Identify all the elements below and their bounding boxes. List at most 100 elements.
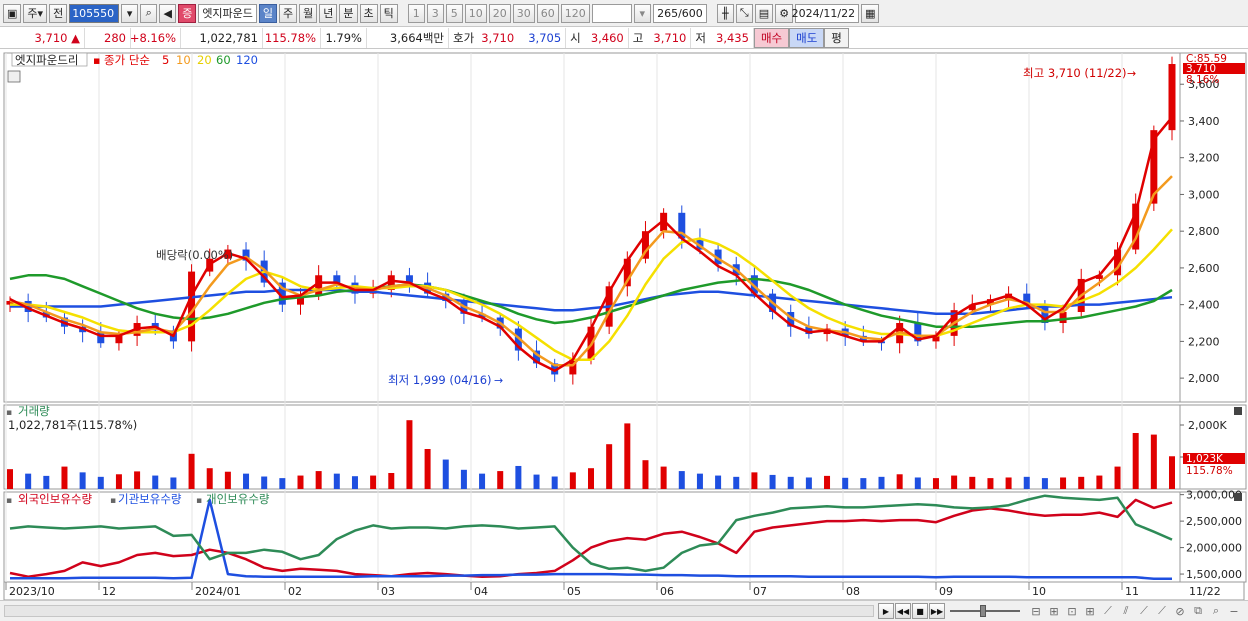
eval-button[interactable]: 평 bbox=[824, 27, 849, 48]
period-tick[interactable]: 틱 bbox=[379, 3, 398, 23]
chart-area[interactable]: 2,000 2,200 2,400 2,600 2,800 3,000 3,200 3,400… bbox=[0, 50, 1248, 601]
volume-bar bbox=[914, 477, 921, 489]
quote-bar: 3,710 ▲ 280 +8.16% 1,022,781 115.78% 1.7… bbox=[0, 27, 1248, 49]
interval-30[interactable]: 30 bbox=[512, 3, 535, 23]
hold-panel-close-icon[interactable] bbox=[1234, 493, 1242, 501]
horizontal-scrollbar[interactable] bbox=[4, 605, 874, 617]
open-label: 시 bbox=[570, 30, 581, 45]
layout-icon-2[interactable]: ⊞ bbox=[1046, 603, 1062, 619]
hold-tick-label: 2,000,000 bbox=[1186, 542, 1242, 555]
volume-bar bbox=[388, 473, 395, 489]
interval-custom-input[interactable] bbox=[591, 3, 632, 23]
save-icon[interactable]: ▤ bbox=[754, 3, 774, 23]
line-tool-icon[interactable]: ⟋ bbox=[1100, 603, 1116, 619]
prev-button[interactable]: 전 bbox=[49, 3, 68, 23]
volume-bar bbox=[1060, 477, 1067, 489]
volume-bar bbox=[152, 475, 159, 489]
period-second[interactable]: 초 bbox=[359, 3, 378, 23]
month-label: 03 bbox=[381, 585, 395, 598]
volume-bar bbox=[751, 472, 758, 489]
speaker-icon[interactable]: ◀ bbox=[159, 3, 177, 23]
count-value: 265 bbox=[657, 6, 679, 20]
scroll-right-icon[interactable]: ▶ bbox=[878, 603, 894, 619]
hold-panel-marker: ▪ bbox=[6, 496, 12, 506]
nav-buttons: ▶ ◀◀ ■ ▶▶ bbox=[878, 603, 945, 619]
volume-bar bbox=[769, 474, 776, 489]
count-input[interactable]: 265/600 bbox=[652, 3, 707, 23]
interval-3[interactable]: 3 bbox=[426, 3, 444, 23]
stock-chart-svg[interactable]: 2,000 2,200 2,400 2,600 2,800 3,000 3,200 3,400… bbox=[0, 50, 1248, 601]
stock-badge: 증 bbox=[178, 3, 197, 23]
volume-bar bbox=[969, 476, 976, 489]
interval-20[interactable]: 20 bbox=[488, 3, 511, 23]
interval-120[interactable]: 120 bbox=[560, 3, 590, 23]
link-icon[interactable]: ⊘ bbox=[1172, 603, 1188, 619]
rewind-icon[interactable]: ◀◀ bbox=[895, 603, 911, 619]
code-dropdown-icon[interactable]: ▾ bbox=[121, 3, 139, 23]
low-annotation: 최저 1,999 (04/16) bbox=[388, 373, 492, 387]
interval-10[interactable]: 10 bbox=[464, 3, 487, 23]
volume-value: 1,022,781 bbox=[181, 27, 263, 48]
interval-5[interactable]: 5 bbox=[445, 3, 463, 23]
current-price: 3,710 ▲ bbox=[0, 27, 85, 48]
trend-tool-icon[interactable]: ⟋ bbox=[1154, 603, 1170, 619]
period-week[interactable]: 주 bbox=[279, 3, 298, 23]
volume-bar bbox=[79, 472, 86, 489]
interval-60[interactable]: 60 bbox=[536, 3, 559, 23]
price-tick-label: 3,400 bbox=[1188, 115, 1220, 128]
channel-tool-icon[interactable]: ⫽ bbox=[1118, 603, 1134, 619]
volume-bar bbox=[951, 475, 958, 489]
date-input[interactable]: 2024/11/22 bbox=[792, 3, 860, 23]
calendar-icon[interactable]: ▦ bbox=[861, 3, 880, 23]
candle-type-icon[interactable]: ╫ bbox=[716, 3, 734, 23]
volume-bar bbox=[115, 474, 122, 489]
grid-table-icon[interactable] bbox=[7, 70, 21, 83]
vol-panel-close-icon[interactable] bbox=[1234, 407, 1242, 415]
interval-dropdown-icon[interactable]: ▾ bbox=[633, 3, 651, 23]
volume-bar bbox=[243, 473, 250, 489]
layout-icon-3[interactable]: ⊡ bbox=[1064, 603, 1080, 619]
gear-icon[interactable]: ⚙ bbox=[775, 3, 794, 23]
volume-bar bbox=[624, 423, 631, 489]
volume-bar bbox=[1005, 477, 1012, 489]
buy-button[interactable]: 매수 bbox=[753, 27, 790, 48]
zoom-slider-knob[interactable] bbox=[980, 605, 986, 617]
volume-bar bbox=[642, 460, 649, 489]
zoom-out-icon[interactable]: − bbox=[1226, 603, 1242, 619]
magnify-icon[interactable]: ⌕ bbox=[1208, 603, 1224, 619]
window-menu-icon[interactable]: ▣ bbox=[3, 3, 22, 23]
interval-1[interactable]: 1 bbox=[407, 3, 425, 23]
sell-button[interactable]: 매도 bbox=[789, 27, 825, 48]
volume-bar bbox=[805, 477, 812, 489]
volume-bar bbox=[660, 466, 667, 489]
month-label: 2023/10 bbox=[9, 585, 55, 598]
low-arrow: → bbox=[494, 374, 503, 387]
month-label: 12 bbox=[102, 585, 116, 598]
layout-icon-4[interactable]: ⊞ bbox=[1082, 603, 1098, 619]
pct-badge: 8.16% bbox=[1186, 74, 1219, 86]
stock-code-input[interactable]: 105550 bbox=[69, 3, 120, 23]
zoom-in-icon[interactable]: + bbox=[1244, 603, 1248, 619]
market-select[interactable]: 주 ▾ bbox=[23, 3, 48, 23]
vol-badge: 1,023K bbox=[1186, 453, 1224, 465]
volume-bar bbox=[932, 478, 939, 489]
fast-forward-icon[interactable]: ▶▶ bbox=[929, 603, 945, 619]
volume-bar bbox=[551, 476, 558, 489]
period-minute[interactable]: 분 bbox=[339, 3, 358, 23]
volume-bar bbox=[206, 468, 213, 489]
period-year[interactable]: 년 bbox=[319, 3, 338, 23]
volume-bar bbox=[1023, 476, 1030, 489]
month-label: 07 bbox=[753, 585, 767, 598]
volume-bar bbox=[479, 473, 486, 489]
period-month[interactable]: 월 bbox=[299, 3, 318, 23]
drawing-tool-icon[interactable]: ⤡ bbox=[735, 3, 753, 23]
stop-icon[interactable]: ■ bbox=[912, 603, 928, 619]
period-day[interactable]: 일 bbox=[258, 3, 278, 23]
vol-pct-badge: 115.78% bbox=[1186, 465, 1233, 477]
hold-inst-marker: ▪ bbox=[110, 496, 116, 506]
layout-icon-1[interactable]: ⊟ bbox=[1028, 603, 1044, 619]
stock-name-field[interactable]: 엣지파운드 bbox=[198, 3, 257, 23]
fib-tool-icon[interactable]: ⟋ bbox=[1136, 603, 1152, 619]
search-icon[interactable]: ⌕ bbox=[140, 3, 158, 23]
clone-icon[interactable]: ⧉ bbox=[1190, 603, 1206, 619]
